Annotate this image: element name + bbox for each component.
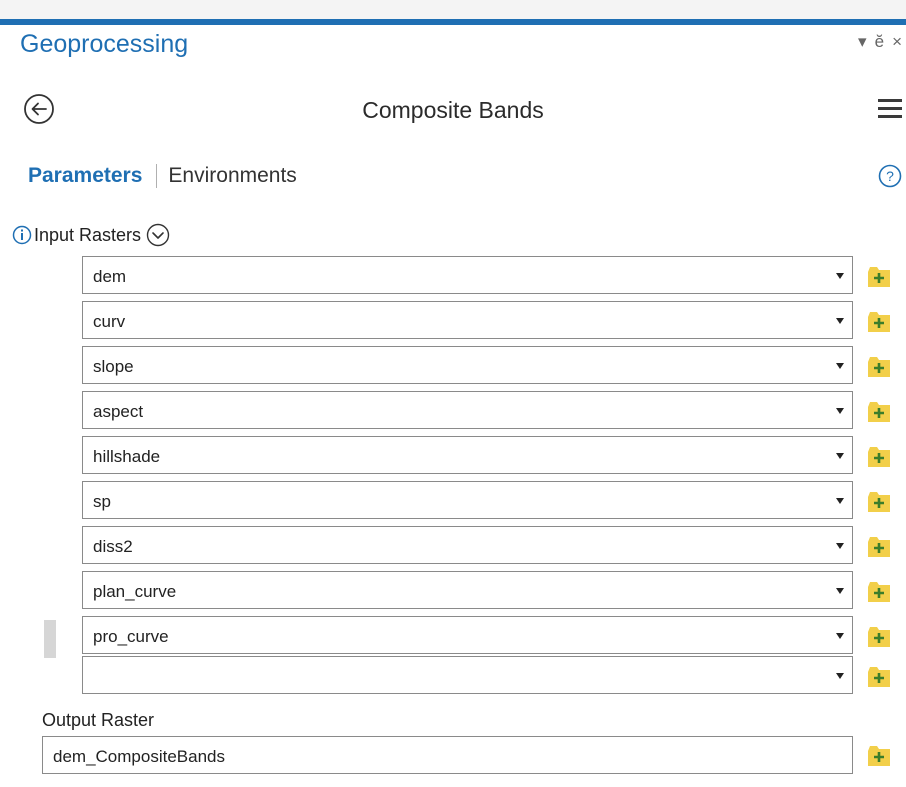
- raster-dropdown[interactable]: [82, 656, 853, 694]
- dropdown-caret-icon[interactable]: [836, 543, 844, 549]
- tool-tabs: Parameters Environments: [28, 164, 297, 188]
- pane-accent-bar: [0, 19, 906, 25]
- raster-row: plan_curve: [0, 571, 906, 612]
- raster-value: diss2: [93, 537, 133, 556]
- help-icon[interactable]: ?: [878, 164, 902, 188]
- dropdown-caret-icon[interactable]: [836, 318, 844, 324]
- raster-dropdown[interactable]: aspect: [82, 391, 853, 429]
- raster-row: slope: [0, 346, 906, 387]
- input-rasters-label-text: Input Rasters: [34, 224, 142, 245]
- chevron-down-icon[interactable]: [146, 223, 170, 247]
- output-raster-label: Output Raster: [42, 710, 155, 730]
- browse-folder-icon[interactable]: [866, 742, 892, 768]
- raster-dropdown[interactable]: diss2: [82, 526, 853, 564]
- output-raster-value: dem_CompositeBands: [53, 747, 225, 766]
- info-icon[interactable]: [12, 225, 32, 245]
- raster-dropdown[interactable]: slope: [82, 346, 853, 384]
- raster-value: pro_curve: [93, 627, 169, 646]
- raster-value: slope: [93, 357, 134, 376]
- row-drag-handle[interactable]: [44, 620, 56, 658]
- raster-dropdown[interactable]: hillshade: [82, 436, 853, 474]
- dropdown-caret-icon[interactable]: [836, 633, 844, 639]
- raster-row: pro_curve: [0, 616, 906, 658]
- raster-value: aspect: [93, 402, 144, 421]
- dropdown-caret-icon[interactable]: [836, 498, 844, 504]
- pin-icon[interactable]: ӗ: [875, 32, 884, 52]
- raster-dropdown[interactable]: curv: [82, 301, 853, 339]
- pane-title: Geoprocessing: [20, 30, 189, 58]
- pane-controls: ▾ ӗ ×: [858, 32, 902, 52]
- raster-row: sp: [0, 481, 906, 522]
- close-icon[interactable]: ×: [892, 32, 902, 52]
- tab-parameters[interactable]: Parameters: [28, 164, 142, 188]
- raster-value: plan_curve: [93, 582, 177, 601]
- dropdown-caret-icon[interactable]: [836, 363, 844, 369]
- raster-value: sp: [93, 492, 111, 511]
- dropdown-caret-icon[interactable]: [836, 273, 844, 279]
- input-rasters-label: Input Rasters: [12, 223, 170, 247]
- raster-row-empty: [0, 656, 906, 697]
- dropdown-caret-icon[interactable]: [836, 453, 844, 459]
- raster-dropdown[interactable]: sp: [82, 481, 853, 519]
- dropdown-caret-icon[interactable]: [836, 408, 844, 414]
- pane-top-gap: [0, 0, 906, 19]
- browse-folder-icon[interactable]: [866, 578, 892, 604]
- dropdown-caret-icon[interactable]: [836, 588, 844, 594]
- browse-folder-icon[interactable]: [866, 488, 892, 514]
- raster-row: diss2: [0, 526, 906, 567]
- raster-row: curv: [0, 301, 906, 342]
- raster-row: aspect: [0, 391, 906, 432]
- raster-row: dem: [0, 256, 906, 297]
- browse-folder-icon[interactable]: [866, 398, 892, 424]
- raster-dropdown[interactable]: dem: [82, 256, 853, 294]
- pane-options-dropdown-icon[interactable]: ▾: [858, 32, 867, 52]
- raster-dropdown[interactable]: pro_curve: [82, 616, 853, 654]
- browse-folder-icon[interactable]: [866, 623, 892, 649]
- svg-text:?: ?: [886, 168, 894, 184]
- tool-title: Composite Bands: [362, 97, 544, 123]
- browse-folder-icon[interactable]: [866, 308, 892, 334]
- browse-folder-icon[interactable]: [866, 533, 892, 559]
- raster-value: dem: [93, 267, 127, 286]
- browse-folder-icon[interactable]: [866, 443, 892, 469]
- hamburger-menu-icon[interactable]: [878, 99, 902, 119]
- output-raster-input[interactable]: dem_CompositeBands: [42, 736, 853, 774]
- raster-row: hillshade: [0, 436, 906, 477]
- browse-folder-icon[interactable]: [866, 263, 892, 289]
- browse-folder-icon[interactable]: [866, 663, 892, 689]
- tab-environments[interactable]: Environments: [168, 164, 296, 188]
- raster-dropdown[interactable]: plan_curve: [82, 571, 853, 609]
- dropdown-caret-icon[interactable]: [836, 673, 844, 679]
- browse-folder-icon[interactable]: [866, 353, 892, 379]
- tool-header: Composite Bands: [0, 90, 906, 136]
- raster-value: hillshade: [93, 447, 161, 466]
- raster-value: curv: [93, 312, 126, 331]
- tab-divider: [156, 164, 158, 188]
